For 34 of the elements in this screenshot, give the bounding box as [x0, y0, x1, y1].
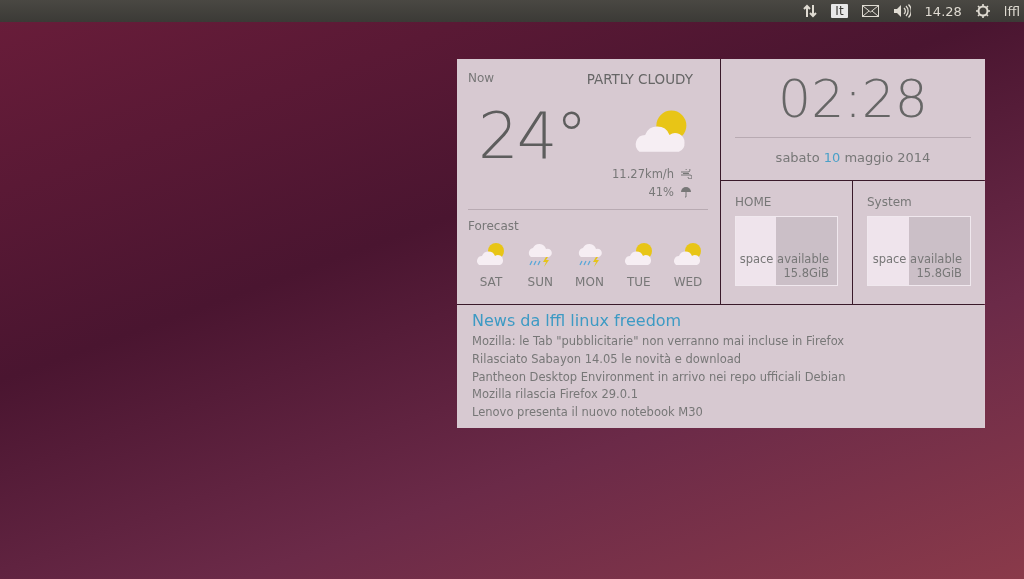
clock-time: 02:28 — [778, 69, 928, 129]
forecast-label: Forecast — [468, 219, 520, 233]
space-size: 15.8GiB — [916, 266, 962, 280]
news-link[interactable]: Rilasciato Sabayon 14.05 le novità e download — [472, 350, 742, 369]
now-label: Now — [468, 71, 495, 85]
forecast-day: TUE — [626, 275, 651, 289]
wind-speed: 11.27km/h — [612, 167, 674, 181]
forecast-day: SAT — [479, 275, 503, 289]
network-arrows-icon[interactable] — [803, 4, 818, 18]
forecast-day: SUN — [527, 275, 553, 289]
space-label: space available — [872, 252, 962, 266]
volume-icon[interactable] — [892, 4, 911, 18]
clock-text[interactable]: 14.28 — [924, 3, 962, 19]
news-title-link[interactable]: News da lffl linux freedom — [472, 311, 682, 330]
date-text: sabato 10 maggio 2014 — [775, 150, 931, 165]
disk-name: HOME — [735, 195, 773, 209]
forecast-day: MON — [575, 275, 604, 289]
humidity: 41% — [648, 185, 674, 199]
space-size: 15.8GiB — [783, 266, 829, 280]
umbrella-icon — [680, 186, 692, 198]
mail-icon[interactable] — [861, 5, 879, 17]
news-link[interactable]: Mozilla rilascia Firefox 29.0.1 — [472, 386, 638, 405]
gear-icon[interactable] — [975, 4, 990, 18]
disk-name: System — [867, 195, 913, 209]
space-label: space available — [739, 252, 829, 266]
news-link[interactable]: Mozilla: le Tab "pubblicitarie" non verranno mai incluse in Firefox — [472, 333, 845, 351]
news-link[interactable]: Lenovo presenta il nuovo notebook M30 — [472, 404, 703, 422]
wind-icon — [680, 169, 692, 179]
weather-condition: PARTLY CLOUDY — [586, 71, 693, 87]
keyboard-layout-indicator[interactable]: It — [831, 4, 848, 18]
temperature: 24° — [478, 99, 586, 173]
forecast-day: WED — [673, 275, 703, 289]
news-link[interactable]: Pantheon Desktop Environment in arrivo nei repo ufficiali Debian — [472, 368, 846, 387]
user-name[interactable]: lffl — [1003, 3, 1020, 19]
